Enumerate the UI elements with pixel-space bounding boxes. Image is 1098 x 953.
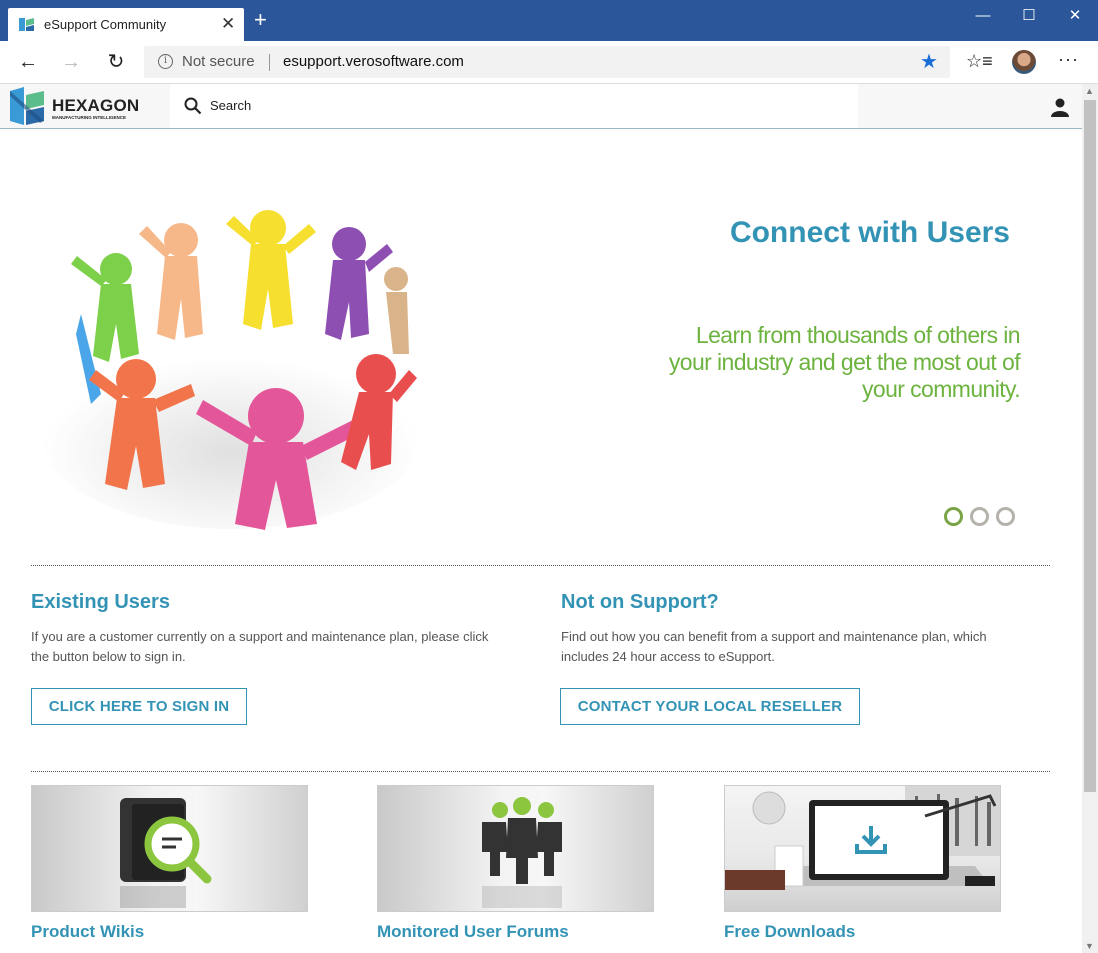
back-button[interactable]: ← xyxy=(15,50,41,76)
free-downloads-link[interactable]: Free Downloads xyxy=(724,922,855,942)
profile-avatar[interactable] xyxy=(1012,50,1036,74)
user-account-icon[interactable] xyxy=(1050,97,1070,117)
section-divider xyxy=(31,771,1050,772)
carousel-dot-3[interactable] xyxy=(996,507,1015,526)
info-icon[interactable]: i xyxy=(158,54,173,69)
existing-users-text: If you are a customer currently on a sup… xyxy=(31,629,489,664)
tab-title: eSupport Community xyxy=(44,17,167,32)
scroll-down-icon[interactable]: ▼ xyxy=(1085,941,1094,951)
not-on-support-title: Not on Support? xyxy=(561,591,719,613)
logo-text: HEXAGON xyxy=(52,96,140,115)
hexagon-logo-icon xyxy=(10,87,44,125)
favorites-list-icon[interactable]: ☆≡ xyxy=(966,51,993,72)
favorite-star-icon[interactable]: ★ xyxy=(920,49,938,74)
product-wikis-image[interactable] xyxy=(31,785,308,912)
carousel-dot-2[interactable] xyxy=(970,507,989,526)
not-on-support-text: Find out how you can benefit from a supp… xyxy=(561,629,987,664)
sign-in-button[interactable]: CLICK HERE TO SIGN IN xyxy=(31,688,247,725)
page-scrollbar[interactable]: ▲ ▼ xyxy=(1082,84,1098,953)
settings-menu-button[interactable]: ··· xyxy=(1058,49,1079,70)
wiki-book-icon xyxy=(120,798,212,908)
site-header: HEXAGON MANUFACTURING INTELLIGENCE Searc… xyxy=(0,84,1082,129)
scroll-thumb[interactable] xyxy=(1084,100,1096,792)
hexagon-favicon-icon xyxy=(19,18,34,31)
url-text[interactable]: esupport.verosoftware.com xyxy=(283,53,464,70)
hero-title: Connect with Users xyxy=(729,216,1010,249)
search-label[interactable]: Search xyxy=(210,98,251,113)
security-label[interactable]: Not secure xyxy=(182,53,255,70)
user-forums-link[interactable]: Monitored User Forums xyxy=(377,922,569,942)
hero-image xyxy=(31,184,431,532)
carousel-dot-1[interactable] xyxy=(944,507,963,526)
tab-close-icon[interactable]: ✕ xyxy=(221,14,235,34)
address-bar[interactable]: i Not secure esupport.verosoftware.com ★ xyxy=(144,46,950,78)
hexagon-logo[interactable]: HEXAGON MANUFACTURING INTELLIGENCE xyxy=(10,87,140,125)
user-group-icon xyxy=(482,797,562,908)
page-content: HEXAGON MANUFACTURING INTELLIGENCE Searc… xyxy=(0,84,1082,953)
user-forums-image[interactable] xyxy=(377,785,654,912)
logo-subtext: MANUFACTURING INTELLIGENCE xyxy=(52,115,126,120)
browser-titlebar: eSupport Community ✕ + — ☐ ✕ xyxy=(0,0,1098,41)
hero-text: Learn from thousands of others in your i… xyxy=(668,322,1021,402)
search-box[interactable]: Search xyxy=(170,84,858,128)
browser-tab[interactable]: eSupport Community ✕ xyxy=(8,8,244,41)
contact-reseller-button[interactable]: CONTACT YOUR LOCAL RESELLER xyxy=(560,688,860,725)
window-close-button[interactable]: ✕ xyxy=(1052,5,1098,31)
search-icon xyxy=(184,97,202,115)
url-divider xyxy=(269,54,270,71)
existing-users-title: Existing Users xyxy=(31,591,170,613)
scroll-up-icon[interactable]: ▲ xyxy=(1085,86,1094,96)
free-downloads-image[interactable] xyxy=(724,785,1001,912)
maximize-button[interactable]: ☐ xyxy=(1006,5,1052,31)
browser-toolbar: ← → ↻ i Not secure esupport.verosoftware… xyxy=(0,41,1098,84)
forward-button[interactable]: → xyxy=(58,50,84,76)
product-wikis-link[interactable]: Product Wikis xyxy=(31,922,144,942)
laptop-download-icon xyxy=(725,786,1000,890)
minimize-button[interactable]: — xyxy=(960,5,1006,31)
section-divider xyxy=(31,565,1050,566)
new-tab-button[interactable]: + xyxy=(254,9,267,31)
refresh-button[interactable]: ↻ xyxy=(103,50,129,76)
